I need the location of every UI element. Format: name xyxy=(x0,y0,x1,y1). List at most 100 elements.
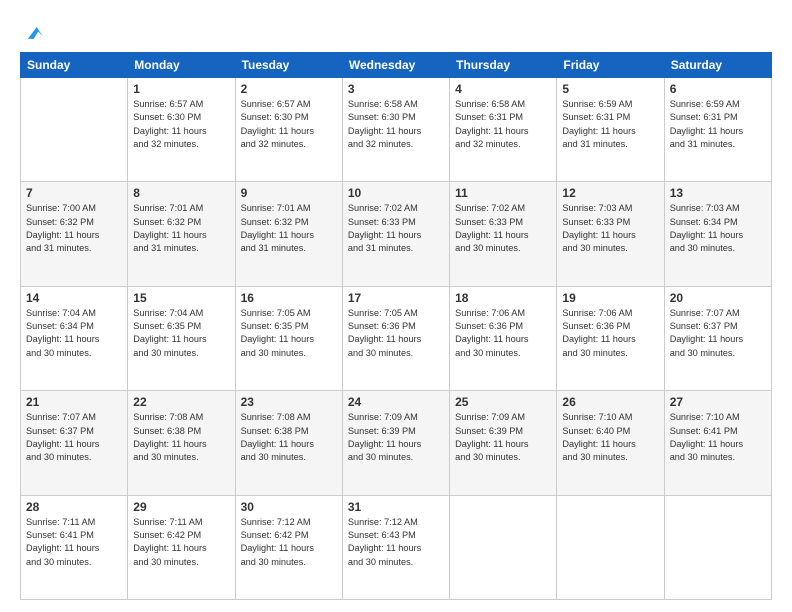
day-number: 2 xyxy=(241,82,337,96)
day-header-tuesday: Tuesday xyxy=(235,53,342,78)
day-header-friday: Friday xyxy=(557,53,664,78)
logo-icon xyxy=(22,22,44,44)
day-number: 9 xyxy=(241,186,337,200)
day-cell: 11Sunrise: 7:02 AM Sunset: 6:33 PM Dayli… xyxy=(450,182,557,286)
day-number: 28 xyxy=(26,500,122,514)
day-info: Sunrise: 7:04 AM Sunset: 6:34 PM Dayligh… xyxy=(26,307,122,360)
day-cell: 6Sunrise: 6:59 AM Sunset: 6:31 PM Daylig… xyxy=(664,78,771,182)
day-number: 10 xyxy=(348,186,444,200)
day-number: 16 xyxy=(241,291,337,305)
day-info: Sunrise: 6:58 AM Sunset: 6:31 PM Dayligh… xyxy=(455,98,551,151)
day-cell: 30Sunrise: 7:12 AM Sunset: 6:42 PM Dayli… xyxy=(235,495,342,599)
day-header-monday: Monday xyxy=(128,53,235,78)
week-row-3: 14 Sunrise: 7:04 AM Sunset: 6:34 PM Dayli… xyxy=(21,286,772,390)
day-info: Sunrise: 7:00 AM Sunset: 6:32 PM Dayligh… xyxy=(26,202,122,255)
day-cell: 2 Sunrise: 6:57 AM Sunset: 6:30 PM Daylig… xyxy=(235,78,342,182)
day-info: Sunrise: 6:59 AM Sunset: 6:31 PM Dayligh… xyxy=(562,98,658,151)
week-row-2: 7 Sunrise: 7:00 AM Sunset: 6:32 PM Daylig… xyxy=(21,182,772,286)
header xyxy=(20,18,772,44)
day-header-thursday: Thursday xyxy=(450,53,557,78)
day-number: 8 xyxy=(133,186,229,200)
day-cell xyxy=(450,495,557,599)
day-number: 27 xyxy=(670,395,766,409)
day-info: Sunrise: 7:06 AM Sunset: 6:36 PM Dayligh… xyxy=(562,307,658,360)
day-number: 19 xyxy=(562,291,658,305)
day-cell xyxy=(557,495,664,599)
day-cell: 17Sunrise: 7:05 AM Sunset: 6:36 PM Dayli… xyxy=(342,286,449,390)
day-cell: 3 Sunrise: 6:58 AM Sunset: 6:30 PM Daylig… xyxy=(342,78,449,182)
day-number: 31 xyxy=(348,500,444,514)
day-number: 21 xyxy=(26,395,122,409)
day-info: Sunrise: 7:02 AM Sunset: 6:33 PM Dayligh… xyxy=(455,202,551,255)
day-cell: 13 Sunrise: 7:03 AM Sunset: 6:34 PM Dayli… xyxy=(664,182,771,286)
day-number: 30 xyxy=(241,500,337,514)
day-cell: 25 Sunrise: 7:09 AM Sunset: 6:39 PM Dayli… xyxy=(450,391,557,495)
day-info: Sunrise: 7:10 AM Sunset: 6:40 PM Dayligh… xyxy=(562,411,658,464)
day-number: 23 xyxy=(241,395,337,409)
day-info: Sunrise: 7:11 AM Sunset: 6:41 PM Dayligh… xyxy=(26,516,122,569)
day-info: Sunrise: 6:57 AM Sunset: 6:30 PM Dayligh… xyxy=(241,98,337,151)
day-number: 14 xyxy=(26,291,122,305)
day-number: 1 xyxy=(133,82,229,96)
day-cell: 8 Sunrise: 7:01 AM Sunset: 6:32 PM Daylig… xyxy=(128,182,235,286)
day-number: 3 xyxy=(348,82,444,96)
day-info: Sunrise: 7:07 AM Sunset: 6:37 PM Dayligh… xyxy=(670,307,766,360)
day-cell: 16 Sunrise: 7:05 AM Sunset: 6:35 PM Dayli… xyxy=(235,286,342,390)
day-info: Sunrise: 7:09 AM Sunset: 6:39 PM Dayligh… xyxy=(455,411,551,464)
day-header-sunday: Sunday xyxy=(21,53,128,78)
day-cell: 26 Sunrise: 7:10 AM Sunset: 6:40 PM Dayli… xyxy=(557,391,664,495)
week-row-1: 1 Sunrise: 6:57 AM Sunset: 6:30 PM Daylig… xyxy=(21,78,772,182)
day-cell: 18Sunrise: 7:06 AM Sunset: 6:36 PM Dayli… xyxy=(450,286,557,390)
day-number: 22 xyxy=(133,395,229,409)
day-info: Sunrise: 7:08 AM Sunset: 6:38 PM Dayligh… xyxy=(241,411,337,464)
day-info: Sunrise: 7:01 AM Sunset: 6:32 PM Dayligh… xyxy=(241,202,337,255)
day-cell: 27 Sunrise: 7:10 AM Sunset: 6:41 PM Dayli… xyxy=(664,391,771,495)
day-info: Sunrise: 6:58 AM Sunset: 6:30 PM Dayligh… xyxy=(348,98,444,151)
day-number: 12 xyxy=(562,186,658,200)
day-info: Sunrise: 7:02 AM Sunset: 6:33 PM Dayligh… xyxy=(348,202,444,255)
day-cell: 1 Sunrise: 6:57 AM Sunset: 6:30 PM Daylig… xyxy=(128,78,235,182)
day-number: 7 xyxy=(26,186,122,200)
day-info: Sunrise: 7:07 AM Sunset: 6:37 PM Dayligh… xyxy=(26,411,122,464)
header-row: SundayMondayTuesdayWednesdayThursdayFrid… xyxy=(21,53,772,78)
day-number: 15 xyxy=(133,291,229,305)
day-info: Sunrise: 7:03 AM Sunset: 6:33 PM Dayligh… xyxy=(562,202,658,255)
day-cell: 5 Sunrise: 6:59 AM Sunset: 6:31 PM Daylig… xyxy=(557,78,664,182)
day-cell: 14 Sunrise: 7:04 AM Sunset: 6:34 PM Dayli… xyxy=(21,286,128,390)
day-number: 4 xyxy=(455,82,551,96)
day-number: 20 xyxy=(670,291,766,305)
day-number: 5 xyxy=(562,82,658,96)
day-header-saturday: Saturday xyxy=(664,53,771,78)
day-info: Sunrise: 7:10 AM Sunset: 6:41 PM Dayligh… xyxy=(670,411,766,464)
day-cell: 9 Sunrise: 7:01 AM Sunset: 6:32 PM Daylig… xyxy=(235,182,342,286)
page: SundayMondayTuesdayWednesdayThursdayFrid… xyxy=(0,0,792,612)
day-cell: 4 Sunrise: 6:58 AM Sunset: 6:31 PM Daylig… xyxy=(450,78,557,182)
day-info: Sunrise: 7:03 AM Sunset: 6:34 PM Dayligh… xyxy=(670,202,766,255)
day-info: Sunrise: 7:06 AM Sunset: 6:36 PM Dayligh… xyxy=(455,307,551,360)
day-info: Sunrise: 7:05 AM Sunset: 6:35 PM Dayligh… xyxy=(241,307,337,360)
day-info: Sunrise: 7:04 AM Sunset: 6:35 PM Dayligh… xyxy=(133,307,229,360)
day-cell: 29Sunrise: 7:11 AM Sunset: 6:42 PM Dayli… xyxy=(128,495,235,599)
day-cell: 15 Sunrise: 7:04 AM Sunset: 6:35 PM Dayli… xyxy=(128,286,235,390)
day-header-wednesday: Wednesday xyxy=(342,53,449,78)
day-cell: 20 Sunrise: 7:07 AM Sunset: 6:37 PM Dayli… xyxy=(664,286,771,390)
logo xyxy=(20,22,44,44)
day-number: 13 xyxy=(670,186,766,200)
day-info: Sunrise: 6:57 AM Sunset: 6:30 PM Dayligh… xyxy=(133,98,229,151)
day-info: Sunrise: 7:12 AM Sunset: 6:43 PM Dayligh… xyxy=(348,516,444,569)
day-cell: 23 Sunrise: 7:08 AM Sunset: 6:38 PM Dayli… xyxy=(235,391,342,495)
day-number: 26 xyxy=(562,395,658,409)
day-info: Sunrise: 7:01 AM Sunset: 6:32 PM Dayligh… xyxy=(133,202,229,255)
day-cell: 22Sunrise: 7:08 AM Sunset: 6:38 PM Dayli… xyxy=(128,391,235,495)
day-cell xyxy=(664,495,771,599)
day-cell xyxy=(21,78,128,182)
day-number: 24 xyxy=(348,395,444,409)
day-number: 25 xyxy=(455,395,551,409)
day-info: Sunrise: 7:09 AM Sunset: 6:39 PM Dayligh… xyxy=(348,411,444,464)
day-cell: 28 Sunrise: 7:11 AM Sunset: 6:41 PM Dayli… xyxy=(21,495,128,599)
week-row-5: 28 Sunrise: 7:11 AM Sunset: 6:41 PM Dayli… xyxy=(21,495,772,599)
day-cell: 12 Sunrise: 7:03 AM Sunset: 6:33 PM Dayli… xyxy=(557,182,664,286)
day-cell: 21 Sunrise: 7:07 AM Sunset: 6:37 PM Dayli… xyxy=(21,391,128,495)
week-row-4: 21 Sunrise: 7:07 AM Sunset: 6:37 PM Dayli… xyxy=(21,391,772,495)
day-number: 29 xyxy=(133,500,229,514)
